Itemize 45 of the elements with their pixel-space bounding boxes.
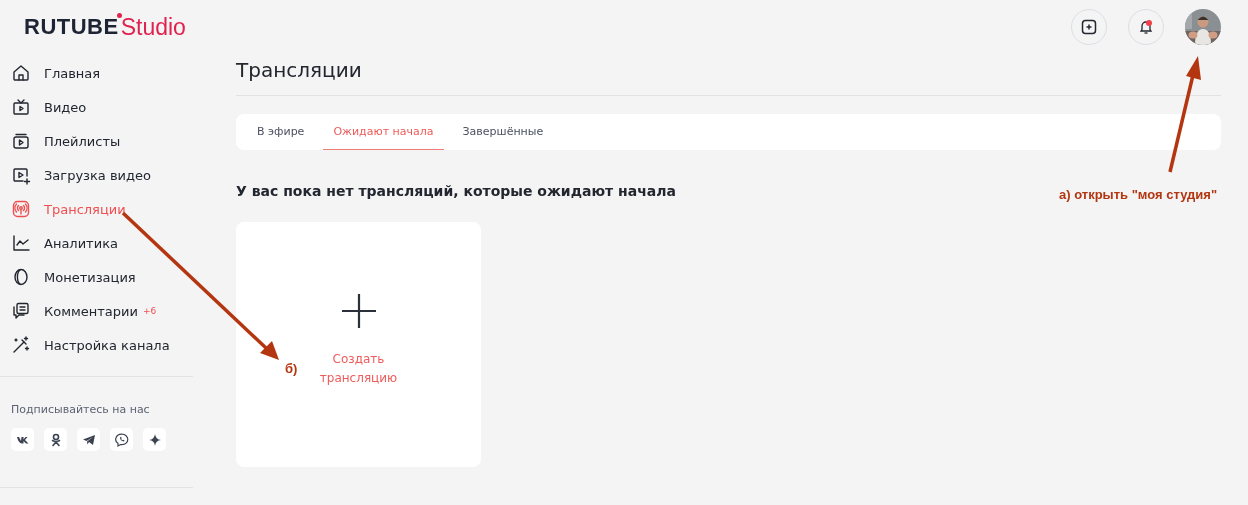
sidebar-item-label: Аналитика xyxy=(44,235,118,251)
viber-icon xyxy=(114,432,129,447)
tab[interactable]: В эфире xyxy=(247,114,315,150)
home-icon xyxy=(11,63,31,83)
annotation-label: а) открыть "моя студия" xyxy=(1059,187,1218,202)
sidebar-item[interactable]: Плейлисты xyxy=(0,124,193,158)
social-button[interactable] xyxy=(143,428,166,451)
social-title: Подписывайтесь на нас xyxy=(11,403,151,416)
wand-icon xyxy=(11,335,31,355)
sidebar-item-label: Загрузка видео xyxy=(44,167,151,183)
tv-icon xyxy=(11,97,31,117)
sidebar-item[interactable]: Аналитика xyxy=(0,226,193,260)
plus-square-icon xyxy=(1081,19,1097,35)
upload-icon xyxy=(11,165,31,185)
tab[interactable]: Завершённые xyxy=(452,114,554,150)
page-title: Трансляции xyxy=(236,58,363,84)
sidebar-item[interactable]: Комментарии +6 xyxy=(0,294,193,328)
playlist-icon xyxy=(11,131,31,151)
plus-icon xyxy=(341,294,376,328)
sidebar-item-label: Главная xyxy=(44,65,101,81)
sidebar-item-label: Комментарии xyxy=(44,303,138,319)
bell-icon xyxy=(1138,19,1154,35)
sidebar-item-label: Монетизация xyxy=(44,269,136,285)
sidebar-item-label: Видео xyxy=(44,99,87,115)
sidebar-item[interactable]: Видео xyxy=(0,90,193,124)
social-button[interactable] xyxy=(77,428,100,451)
social-button[interactable] xyxy=(44,428,67,451)
sidebar-item[interactable]: Настройка канала xyxy=(0,328,193,362)
telegram-icon xyxy=(81,432,96,447)
chart-icon xyxy=(11,233,31,253)
social-button[interactable] xyxy=(110,428,133,451)
sidebar-item-label: Трансляции xyxy=(44,201,126,217)
broadcast-icon xyxy=(11,199,31,219)
sidebar-item[interactable]: Монетизация xyxy=(0,260,193,294)
empty-message: У вас пока нет трансляций, которые ожидают начала xyxy=(236,183,676,200)
logo[interactable]: RUTUBEStudio xyxy=(24,15,186,39)
annotation-label: б) xyxy=(285,361,298,376)
count-label: +6 xyxy=(143,306,157,316)
sidebar-item-label: Настройка канала xyxy=(44,337,170,353)
comments-icon xyxy=(11,301,31,321)
sidebar-item-label: Плейлисты xyxy=(44,133,121,149)
social-button[interactable] xyxy=(11,428,34,451)
sidebar-item[interactable]: Загрузка видео xyxy=(0,158,193,192)
sidebar-item[interactable]: Главная xyxy=(0,56,193,90)
coin-icon xyxy=(11,267,31,287)
